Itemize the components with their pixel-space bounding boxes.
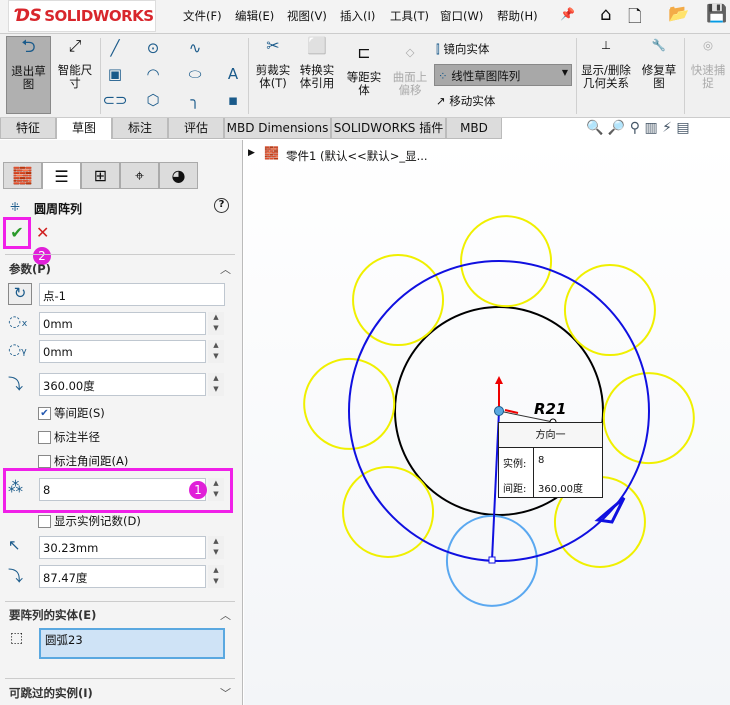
radius-dimension: R21 [534, 400, 566, 418]
sketch-geometry: R21 [303, 215, 695, 607]
direction-arrow [594, 496, 626, 524]
endpoint-handle [488, 556, 496, 564]
pattern-callout: 方向一 实例: 8 间距: 360.00度 [498, 422, 603, 498]
callout-title: 方向一 [499, 423, 602, 448]
y-arrow-head [495, 376, 503, 384]
center-point [494, 406, 504, 416]
callout-spacing-value[interactable]: 360.00度 [538, 480, 583, 495]
callout-spacing-label: 间距: [503, 484, 527, 495]
callout-instances-value[interactable]: 8 [538, 455, 544, 466]
callout-instances-label: 实例: [503, 459, 527, 470]
